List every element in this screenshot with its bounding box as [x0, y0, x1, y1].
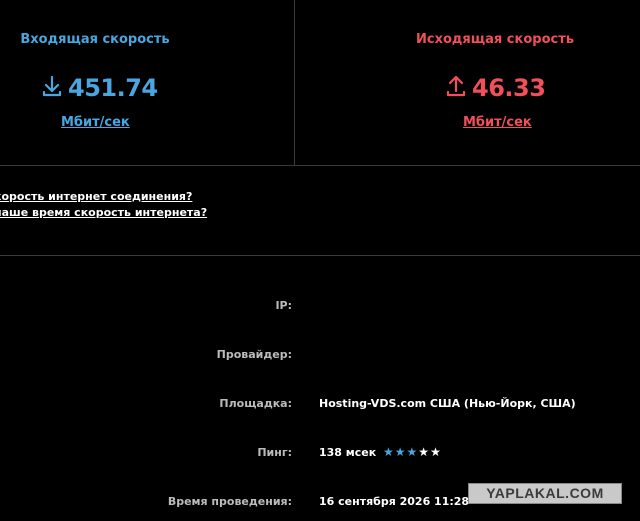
- download-speed-unit[interactable]: Мбит/сек: [61, 115, 130, 130]
- section-divider-bottom: [0, 255, 640, 256]
- upload-speed-panel: Исходящая скорость 46.33 Мбит/сек: [295, 0, 640, 165]
- time-label: Время проведения:: [167, 495, 292, 508]
- download-speed-panel: Входящая скорость 451.74 Мбит/сек: [0, 0, 294, 165]
- download-speed-value-row: 451.74: [42, 74, 158, 102]
- site-value: Hosting-VDS.com США (Нью-Йорк, США): [319, 397, 576, 410]
- ip-label: IP:: [275, 299, 292, 312]
- provider-label: Провайдер:: [216, 348, 292, 361]
- star-icon: ★: [430, 445, 442, 459]
- star-icon: ★: [394, 445, 407, 459]
- ping-rating-stars: ★★★★★: [383, 445, 442, 459]
- ping-value: 138 мсек: [319, 446, 377, 459]
- ping-label: Пинг:: [257, 446, 292, 459]
- download-speed-value: 451.74: [68, 74, 158, 102]
- star-icon: ★: [418, 445, 431, 459]
- faq-link-connection-speed[interactable]: корость интернет соединения?: [0, 190, 192, 203]
- star-icon: ★: [406, 445, 419, 459]
- upload-speed-unit[interactable]: Мбит/сек: [463, 115, 532, 130]
- star-icon: ★: [383, 445, 395, 459]
- upload-arrow-icon: [446, 75, 466, 101]
- upload-speed-value: 46.33: [472, 74, 546, 102]
- upload-speed-title: Исходящая скорость: [416, 32, 574, 47]
- download-speed-title: Входящая скорость: [20, 32, 170, 47]
- site-watermark: YAPLAKAL.COM: [468, 483, 622, 504]
- site-label: Площадка:: [219, 397, 292, 410]
- download-arrow-icon: [42, 75, 62, 101]
- time-value: 16 сентября 2026 11:28: [319, 495, 470, 508]
- faq-link-internet-speed[interactable]: наше время скорость интернета?: [0, 206, 207, 219]
- section-divider-top: [0, 165, 640, 166]
- upload-speed-value-row: 46.33: [446, 74, 546, 102]
